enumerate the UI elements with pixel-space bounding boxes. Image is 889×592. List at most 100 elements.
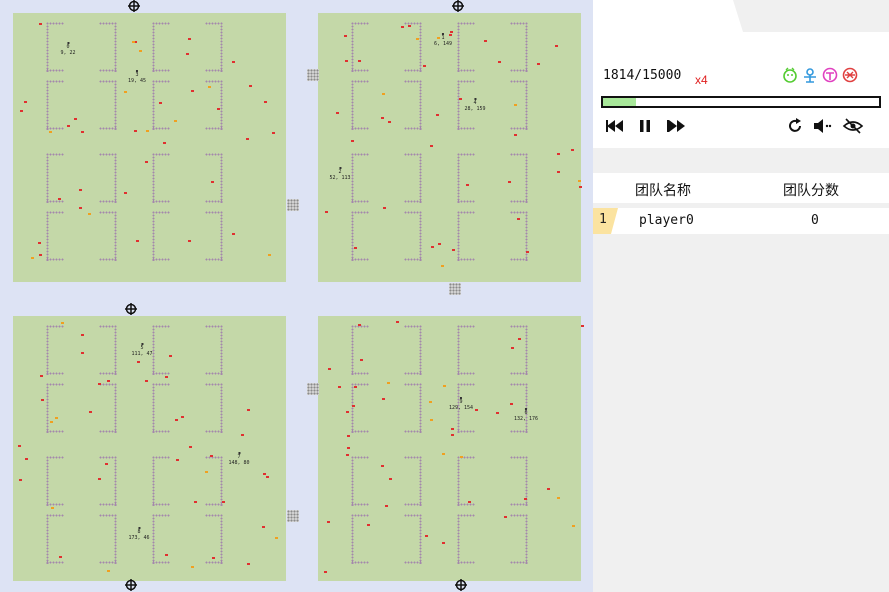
item-marker bbox=[460, 455, 464, 458]
wall-segment bbox=[510, 153, 528, 156]
agent-3[interactable]: 3 19, 45 bbox=[128, 70, 146, 84]
wall-segment bbox=[351, 153, 369, 156]
agent-6[interactable]: 6 132, 176 bbox=[514, 408, 538, 422]
item-marker bbox=[249, 85, 253, 88]
item-marker bbox=[556, 152, 560, 155]
wall-segment bbox=[457, 325, 460, 375]
item-marker bbox=[346, 453, 350, 456]
wall-segment bbox=[457, 22, 460, 72]
agent-position: 19, 45 bbox=[127, 78, 147, 84]
wall-segment bbox=[205, 211, 223, 214]
wall-segment bbox=[205, 503, 223, 506]
wall-segment bbox=[457, 514, 460, 564]
wall-segment bbox=[99, 127, 117, 130]
item-marker bbox=[578, 186, 582, 188]
wall-segment bbox=[351, 372, 369, 375]
wall-segment bbox=[99, 514, 117, 517]
item-marker bbox=[572, 524, 576, 527]
restart-icon[interactable] bbox=[786, 117, 804, 135]
wall-segment bbox=[351, 430, 369, 433]
wall-segment bbox=[525, 514, 528, 564]
item-marker bbox=[451, 433, 455, 436]
wall-segment bbox=[46, 80, 49, 130]
gate-top bbox=[307, 69, 319, 81]
wall-segment bbox=[351, 456, 354, 506]
wall-segment bbox=[510, 430, 528, 433]
wall-segment bbox=[510, 127, 528, 130]
item-marker bbox=[423, 64, 427, 67]
item-marker bbox=[137, 360, 141, 363]
scoreboard-header: 团队名称 团队分数 bbox=[593, 173, 889, 203]
wall-segment bbox=[404, 200, 422, 203]
wall-segment bbox=[404, 153, 422, 156]
item-marker bbox=[557, 170, 561, 173]
character-blue-icon[interactable] bbox=[802, 67, 818, 83]
agent-8[interactable]: 8 173, 46 bbox=[128, 527, 150, 541]
agent-2[interactable]: 2 52, 113 bbox=[329, 167, 351, 181]
rewind-icon[interactable] bbox=[605, 117, 625, 135]
character-pink-icon[interactable] bbox=[822, 67, 838, 83]
item-marker bbox=[524, 497, 528, 500]
team-score-header: 团队分数 bbox=[783, 183, 839, 199]
item-marker bbox=[537, 63, 541, 66]
wall-segment bbox=[457, 127, 475, 130]
agent-9[interactable]: 9 129, 154 bbox=[449, 397, 473, 411]
wall-segment bbox=[46, 153, 64, 156]
character-red-icon[interactable] bbox=[842, 67, 858, 83]
agent-1[interactable]: 1 6, 149 bbox=[434, 33, 452, 47]
item-marker bbox=[483, 40, 487, 43]
wall-segment bbox=[419, 325, 422, 375]
pause-icon[interactable] bbox=[637, 117, 653, 135]
item-marker bbox=[18, 478, 22, 481]
item-marker bbox=[526, 251, 530, 254]
wall-segment bbox=[419, 514, 422, 564]
wall-segment bbox=[457, 211, 475, 214]
wall-segment bbox=[152, 372, 170, 375]
agent-5[interactable]: 5 111, 47 bbox=[131, 343, 153, 357]
wall-segment bbox=[351, 127, 369, 130]
agent-4[interactable]: 4 28, 159 bbox=[464, 98, 486, 112]
agent-7[interactable]: 7 148, 80 bbox=[228, 452, 250, 466]
wall-segment bbox=[457, 153, 460, 203]
item-marker bbox=[346, 447, 350, 450]
agent-0[interactable]: 0 9, 22 bbox=[60, 42, 76, 56]
item-marker bbox=[382, 397, 386, 400]
wall-segment bbox=[152, 69, 170, 72]
speed-indicator[interactable]: x4 bbox=[695, 73, 708, 87]
wall-segment bbox=[220, 514, 223, 564]
wall-segment bbox=[404, 383, 422, 386]
wall-segment bbox=[351, 514, 354, 564]
fast-forward-icon[interactable] bbox=[666, 117, 686, 135]
eye-icon[interactable] bbox=[842, 117, 864, 135]
wall-segment bbox=[152, 200, 170, 203]
spawn-icon-bottom-center bbox=[125, 579, 137, 591]
sound-icon[interactable] bbox=[812, 117, 834, 135]
scoreboard-row[interactable]: 1 player0 0 bbox=[593, 208, 889, 234]
wall-segment bbox=[46, 325, 64, 328]
playback-progress[interactable] bbox=[601, 96, 881, 108]
item-marker bbox=[442, 385, 446, 388]
character-green-icon[interactable] bbox=[782, 67, 798, 83]
item-marker bbox=[323, 570, 327, 573]
wall-segment bbox=[114, 325, 117, 375]
wall-segment bbox=[404, 80, 422, 83]
team-score-cell: 0 bbox=[811, 213, 819, 228]
wall-segment bbox=[205, 153, 223, 156]
item-marker bbox=[131, 40, 135, 43]
game-map: 0 9, 22 3 19, 45 1 6, 149 4 28, 159 2 52, 11… bbox=[0, 0, 593, 592]
item-marker bbox=[516, 217, 520, 220]
item-marker bbox=[107, 380, 110, 383]
team-name-header: 团队名称 bbox=[635, 183, 691, 199]
item-marker bbox=[89, 410, 93, 413]
wall-segment bbox=[99, 383, 117, 386]
wall-segment bbox=[152, 80, 170, 83]
item-marker bbox=[382, 93, 386, 96]
item-marker bbox=[503, 516, 507, 519]
wall-segment bbox=[419, 22, 422, 72]
wall-segment bbox=[152, 503, 170, 506]
item-marker bbox=[221, 501, 225, 504]
panel-tab bbox=[593, 0, 889, 48]
gate-right-middle bbox=[449, 283, 461, 295]
wall-segment bbox=[510, 211, 528, 214]
wall-segment bbox=[99, 153, 117, 156]
